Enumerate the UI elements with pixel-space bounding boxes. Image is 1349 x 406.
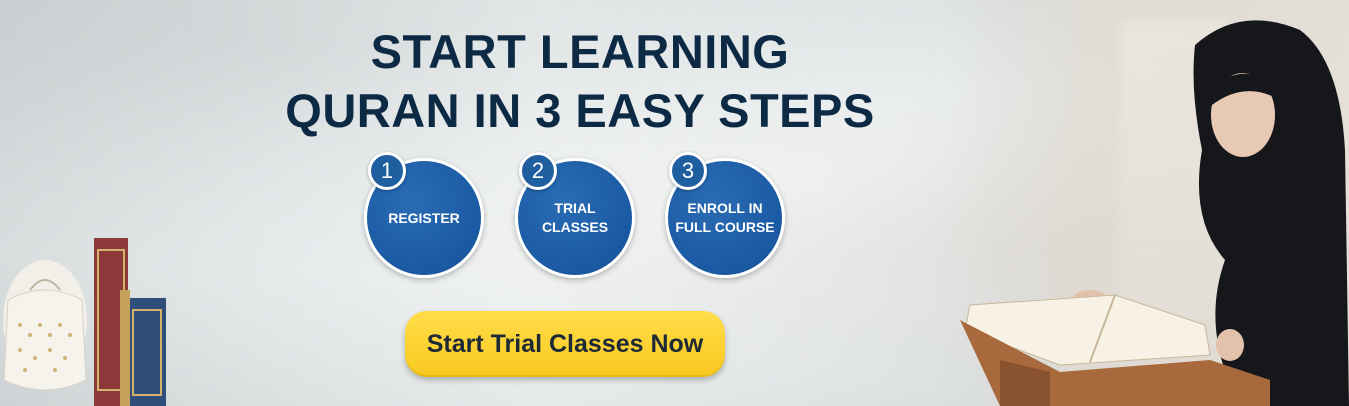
step-label-line-1: ENROLL IN <box>687 200 763 216</box>
step-number-badge: 2 <box>519 152 557 190</box>
hero-banner: START LEARNING QURAN IN 3 EASY STEPS REG… <box>0 0 1349 406</box>
headline-line-1: START LEARNING <box>370 25 790 78</box>
headline: START LEARNING QURAN IN 3 EASY STEPS <box>240 22 920 140</box>
step-label-line-2: FULL COURSE <box>675 219 775 235</box>
lantern-and-books-illustration <box>3 238 166 406</box>
step-register: REGISTER 1 <box>364 152 484 278</box>
step-number-badge: 1 <box>368 152 406 190</box>
step-label-line-2: CLASSES <box>541 219 609 235</box>
woman-reading-quran-photo <box>940 0 1349 406</box>
headline-line-2: QURAN IN 3 EASY STEPS <box>285 84 875 137</box>
step-label-line-1: TRIAL <box>554 200 596 216</box>
step-trial-classes: TRIAL CLASSES 2 <box>515 152 635 278</box>
step-enroll-full-course: ENROLL IN FULL COURSE 3 <box>665 152 785 278</box>
start-trial-classes-button[interactable]: Start Trial Classes Now <box>405 311 725 377</box>
step-label-line-1: REGISTER <box>388 209 460 226</box>
step-number-badge: 3 <box>669 152 707 190</box>
